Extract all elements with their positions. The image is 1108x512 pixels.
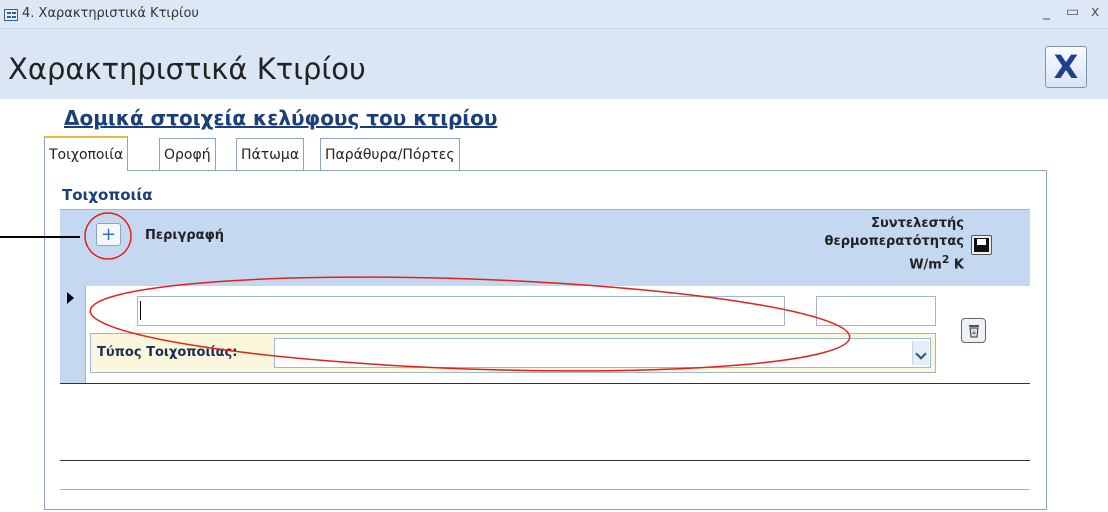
annotation-overlay [84, 212, 851, 372]
annotation-ellipse-record [89, 276, 851, 372]
annotation-circle-add [84, 212, 132, 260]
tab-walls[interactable]: Τοιχοποιία [44, 136, 129, 171]
